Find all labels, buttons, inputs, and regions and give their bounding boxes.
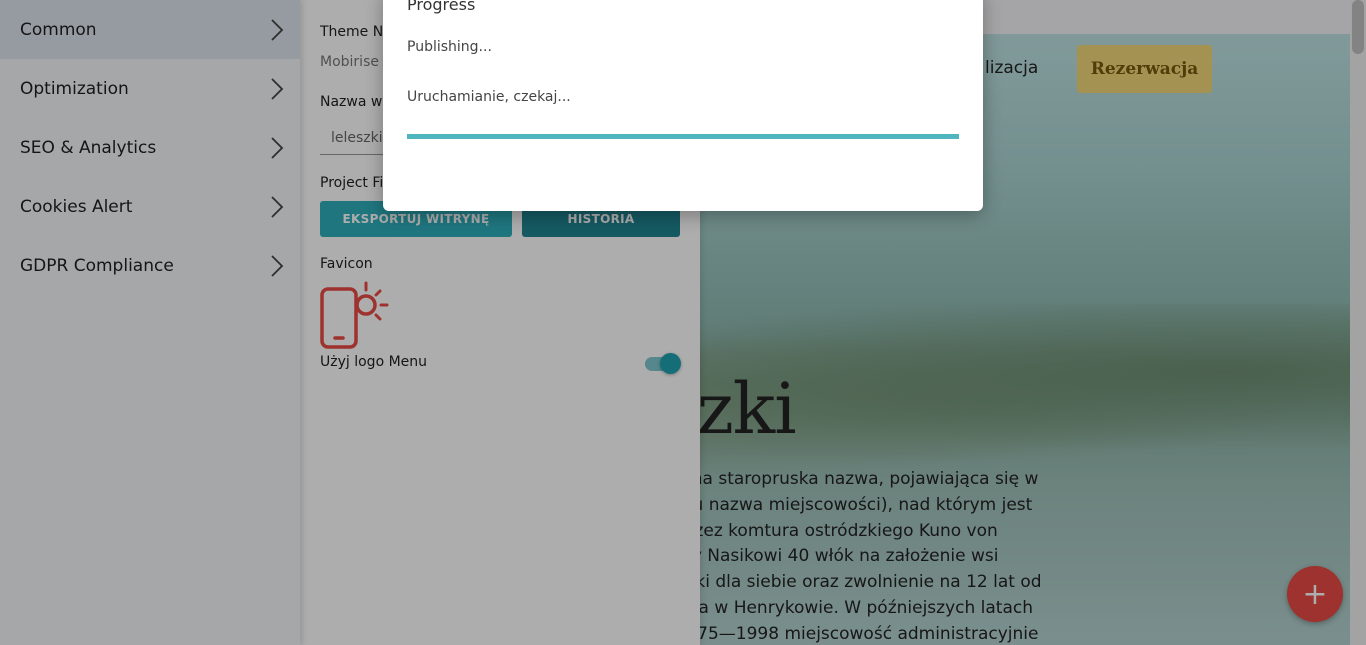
progress-bar: [407, 134, 959, 139]
progress-dialog: Progress Publishing... Uruchamianie, cze…: [383, 0, 983, 211]
progress-bar-fill: [407, 134, 959, 139]
dialog-message: Uruchamianie, czekaj...: [407, 89, 571, 105]
dialog-status: Publishing...: [407, 39, 492, 55]
dialog-title: Progress: [407, 0, 476, 14]
